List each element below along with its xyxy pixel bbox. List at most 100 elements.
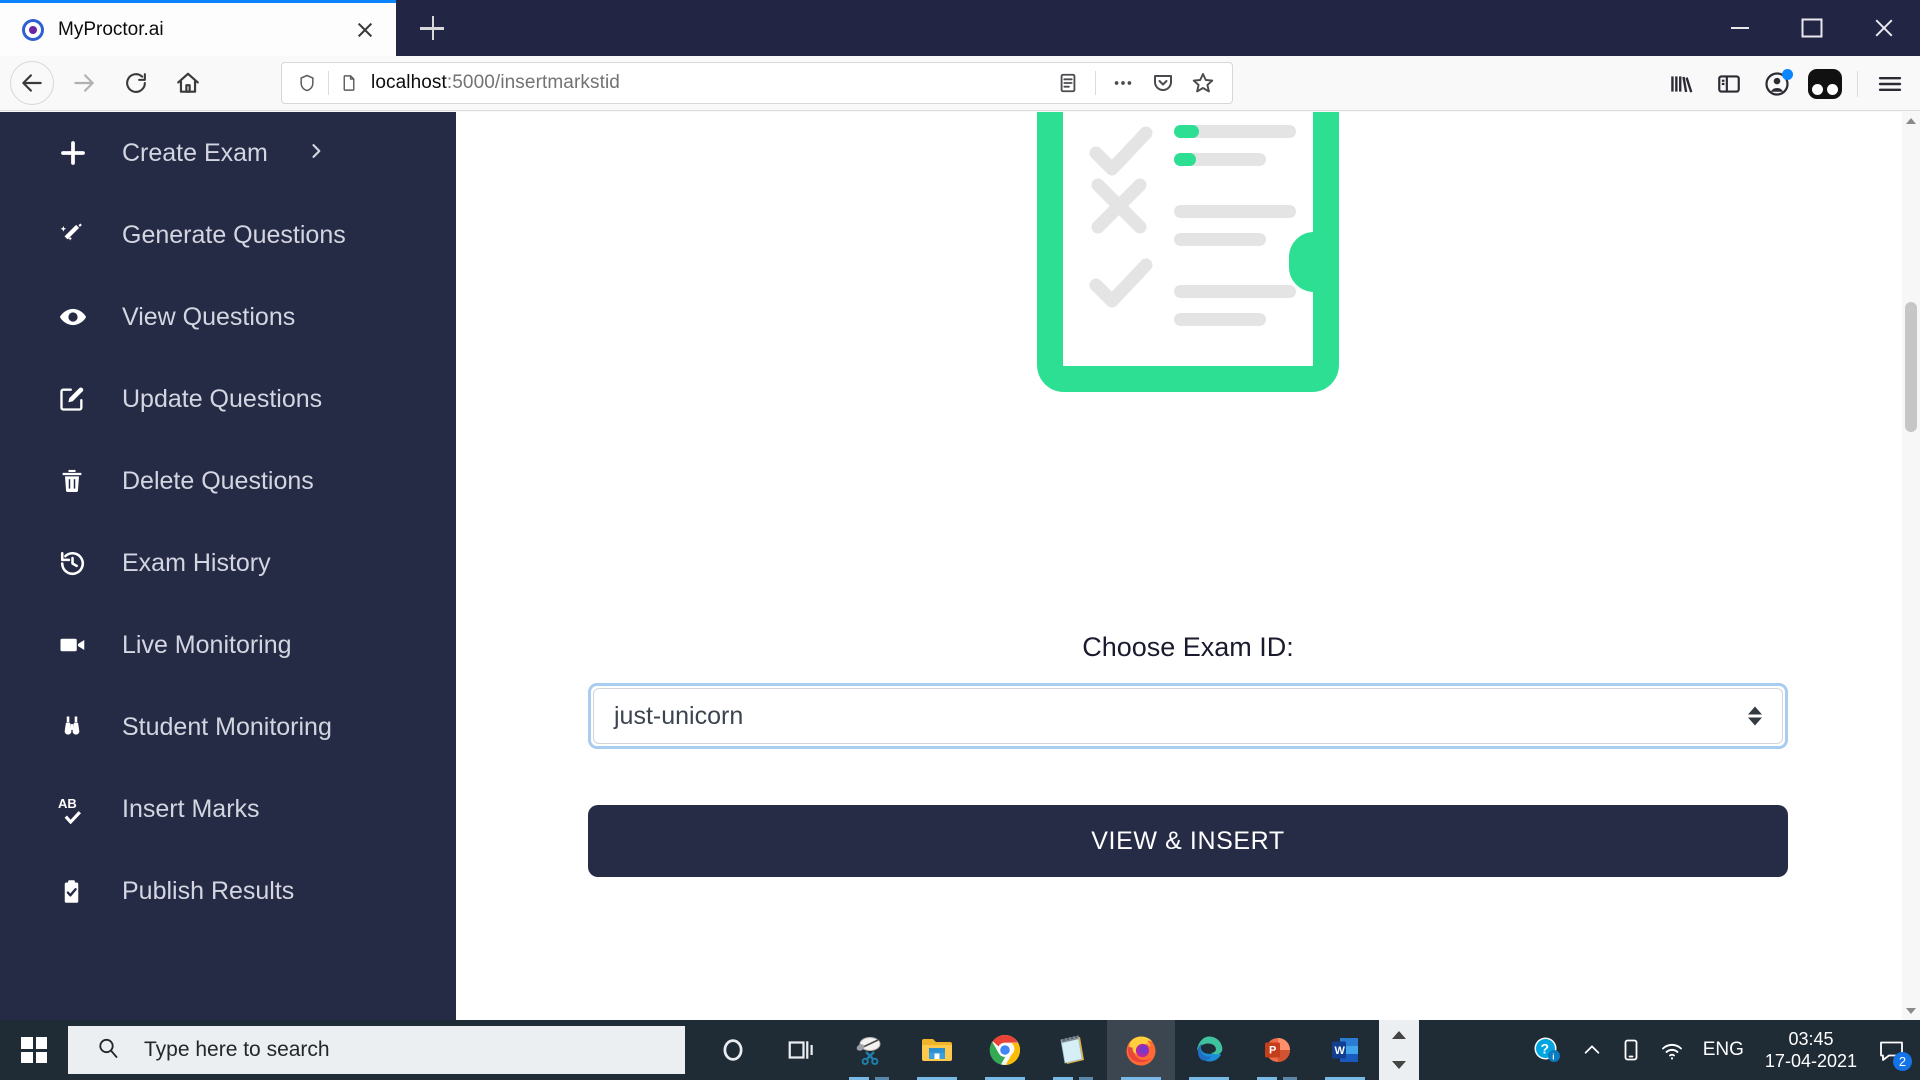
search-icon bbox=[96, 1036, 120, 1065]
sidebar-item-update-questions[interactable]: Update Questions bbox=[0, 358, 456, 440]
magic-wand-icon bbox=[58, 221, 98, 249]
exam-id-select-value: just-unicorn bbox=[614, 701, 744, 730]
clipboard-check-icon bbox=[58, 878, 98, 905]
page-actions-icon[interactable] bbox=[1104, 66, 1142, 100]
sidebar-item-label: View Questions bbox=[122, 302, 296, 331]
task-view-icon[interactable] bbox=[767, 1020, 835, 1080]
close-icon[interactable] bbox=[348, 13, 382, 47]
scrollbar-thumb[interactable] bbox=[1905, 302, 1917, 432]
shield-icon[interactable] bbox=[292, 68, 322, 98]
sidebar-item-label: Student Monitoring bbox=[122, 712, 332, 741]
sidebar-item-label: Update Questions bbox=[122, 384, 323, 413]
sidebar-item-label: Insert Marks bbox=[122, 794, 260, 823]
snipping-tool-icon[interactable] bbox=[835, 1020, 903, 1080]
exam-id-select-wrapper[interactable]: just-unicorn bbox=[588, 683, 1788, 749]
close-icon[interactable] bbox=[1848, 0, 1920, 56]
svg-text:W: W bbox=[1335, 1045, 1346, 1057]
sidebar-item-view-questions[interactable]: View Questions bbox=[0, 276, 456, 358]
url-bar[interactable]: localhost:5000/insertmarkstid bbox=[281, 62, 1233, 104]
wifi-icon[interactable] bbox=[1650, 1020, 1694, 1080]
phone-link-icon[interactable] bbox=[1612, 1020, 1650, 1080]
sidebar-item-label: Delete Questions bbox=[122, 466, 314, 495]
scroll-up-icon[interactable] bbox=[1902, 112, 1920, 130]
window-controls bbox=[1704, 0, 1920, 56]
bookmark-star-icon[interactable] bbox=[1184, 66, 1222, 100]
sidebar-item-generate-questions[interactable]: Generate Questions bbox=[0, 194, 456, 276]
forward-arrow-icon[interactable] bbox=[58, 57, 110, 109]
file-explorer-icon[interactable] bbox=[903, 1020, 971, 1080]
select-stepper-icon bbox=[1748, 706, 1762, 726]
browser-toolbar-right bbox=[1657, 56, 1920, 111]
sidebar-item-live-monitoring[interactable]: Live Monitoring bbox=[0, 604, 456, 686]
sticky-notes-icon[interactable] bbox=[1039, 1020, 1107, 1080]
sidebar-icon[interactable] bbox=[1705, 60, 1753, 108]
reload-icon[interactable] bbox=[110, 57, 162, 109]
taskbar-apps: P W bbox=[699, 1020, 1379, 1080]
windows-taskbar: Type here to search P W ? i ENG 03:45 17… bbox=[0, 1020, 1920, 1080]
app-sidebar: Create Exam Generate Questions View Ques… bbox=[0, 112, 456, 1020]
library-icon[interactable] bbox=[1657, 60, 1705, 108]
svg-text:AB: AB bbox=[58, 796, 77, 811]
page-scrollbar[interactable] bbox=[1902, 112, 1920, 1020]
search-placeholder: Type here to search bbox=[144, 1038, 330, 1061]
svg-text:i: i bbox=[1552, 1053, 1554, 1062]
plus-icon bbox=[58, 138, 98, 168]
sidebar-item-student-monitoring[interactable]: Student Monitoring bbox=[0, 686, 456, 768]
show-hidden-icons-icon[interactable] bbox=[1572, 1020, 1612, 1080]
binoculars-icon bbox=[58, 713, 98, 741]
scroll-up-icon[interactable] bbox=[1392, 1031, 1406, 1039]
account-notification-dot bbox=[1782, 68, 1793, 80]
tab-strip-background bbox=[396, 0, 1920, 56]
plus-icon[interactable] bbox=[412, 8, 452, 48]
sidebar-item-label: Generate Questions bbox=[122, 220, 346, 249]
chrome-icon[interactable] bbox=[971, 1020, 1039, 1080]
notification-count-badge: 2 bbox=[1893, 1052, 1912, 1071]
sidebar-item-delete-questions[interactable]: Delete Questions bbox=[0, 440, 456, 522]
taskbar-scroll-stepper[interactable] bbox=[1379, 1020, 1419, 1080]
back-arrow-icon[interactable] bbox=[6, 57, 58, 109]
powerpoint-icon[interactable]: P bbox=[1243, 1020, 1311, 1080]
tab-title: MyProctor.ai bbox=[58, 18, 164, 40]
word-icon[interactable]: W bbox=[1311, 1020, 1379, 1080]
language-indicator[interactable]: ENG bbox=[1694, 1020, 1753, 1080]
help-question-icon[interactable]: ? i bbox=[1522, 1020, 1572, 1080]
video-camera-icon bbox=[58, 630, 98, 660]
home-icon[interactable] bbox=[162, 57, 214, 109]
extension-icon[interactable] bbox=[1801, 60, 1849, 108]
taskbar-search-input[interactable]: Type here to search bbox=[68, 1026, 685, 1074]
sidebar-item-publish-results[interactable]: Publish Results bbox=[0, 850, 456, 932]
taskbar-clock[interactable]: 03:45 17-04-2021 bbox=[1753, 1028, 1869, 1073]
view-and-insert-button[interactable]: VIEW & INSERT bbox=[588, 805, 1788, 877]
clock-date: 17-04-2021 bbox=[1764, 1051, 1857, 1071]
action-center-icon[interactable]: 2 bbox=[1869, 1020, 1914, 1080]
myproctor-favicon bbox=[22, 18, 44, 41]
hamburger-menu-icon[interactable] bbox=[1866, 60, 1914, 108]
edge-icon[interactable] bbox=[1175, 1020, 1243, 1080]
system-tray: ? i ENG 03:45 17-04-2021 2 bbox=[1522, 1020, 1920, 1080]
maximize-icon[interactable] bbox=[1776, 0, 1848, 56]
svg-text:P: P bbox=[1269, 1045, 1276, 1057]
browser-tab[interactable]: MyProctor.ai bbox=[0, 0, 396, 56]
spellcheck-ab-icon: AB bbox=[58, 794, 98, 824]
minimize-icon[interactable] bbox=[1704, 0, 1776, 56]
cortana-icon[interactable] bbox=[699, 1020, 767, 1080]
firefox-icon[interactable] bbox=[1107, 1020, 1175, 1080]
sidebar-item-label: Live Monitoring bbox=[122, 630, 292, 659]
windows-start-icon[interactable] bbox=[0, 1020, 68, 1080]
url-text: localhost:5000/insertmarkstid bbox=[371, 72, 620, 93]
sidebar-item-create-exam[interactable]: Create Exam bbox=[0, 112, 456, 194]
pocket-icon[interactable] bbox=[1144, 66, 1182, 100]
sidebar-item-insert-marks[interactable]: AB Insert Marks bbox=[0, 768, 456, 850]
scroll-down-icon[interactable] bbox=[1902, 1002, 1920, 1020]
sidebar-item-label: Create Exam bbox=[122, 138, 268, 167]
account-icon[interactable] bbox=[1753, 60, 1801, 108]
eye-icon bbox=[58, 302, 98, 332]
clock-time: 03:45 bbox=[1788, 1028, 1834, 1049]
svg-text:?: ? bbox=[1540, 1041, 1549, 1057]
scroll-down-icon[interactable] bbox=[1392, 1061, 1406, 1069]
exam-id-select[interactable]: just-unicorn bbox=[593, 688, 1783, 744]
tab-strip: MyProctor.ai bbox=[0, 0, 1920, 56]
sidebar-item-exam-history[interactable]: Exam History bbox=[0, 522, 456, 604]
reader-view-icon[interactable] bbox=[1049, 66, 1087, 100]
page-content: Create Exam Generate Questions View Ques… bbox=[0, 112, 1920, 1020]
